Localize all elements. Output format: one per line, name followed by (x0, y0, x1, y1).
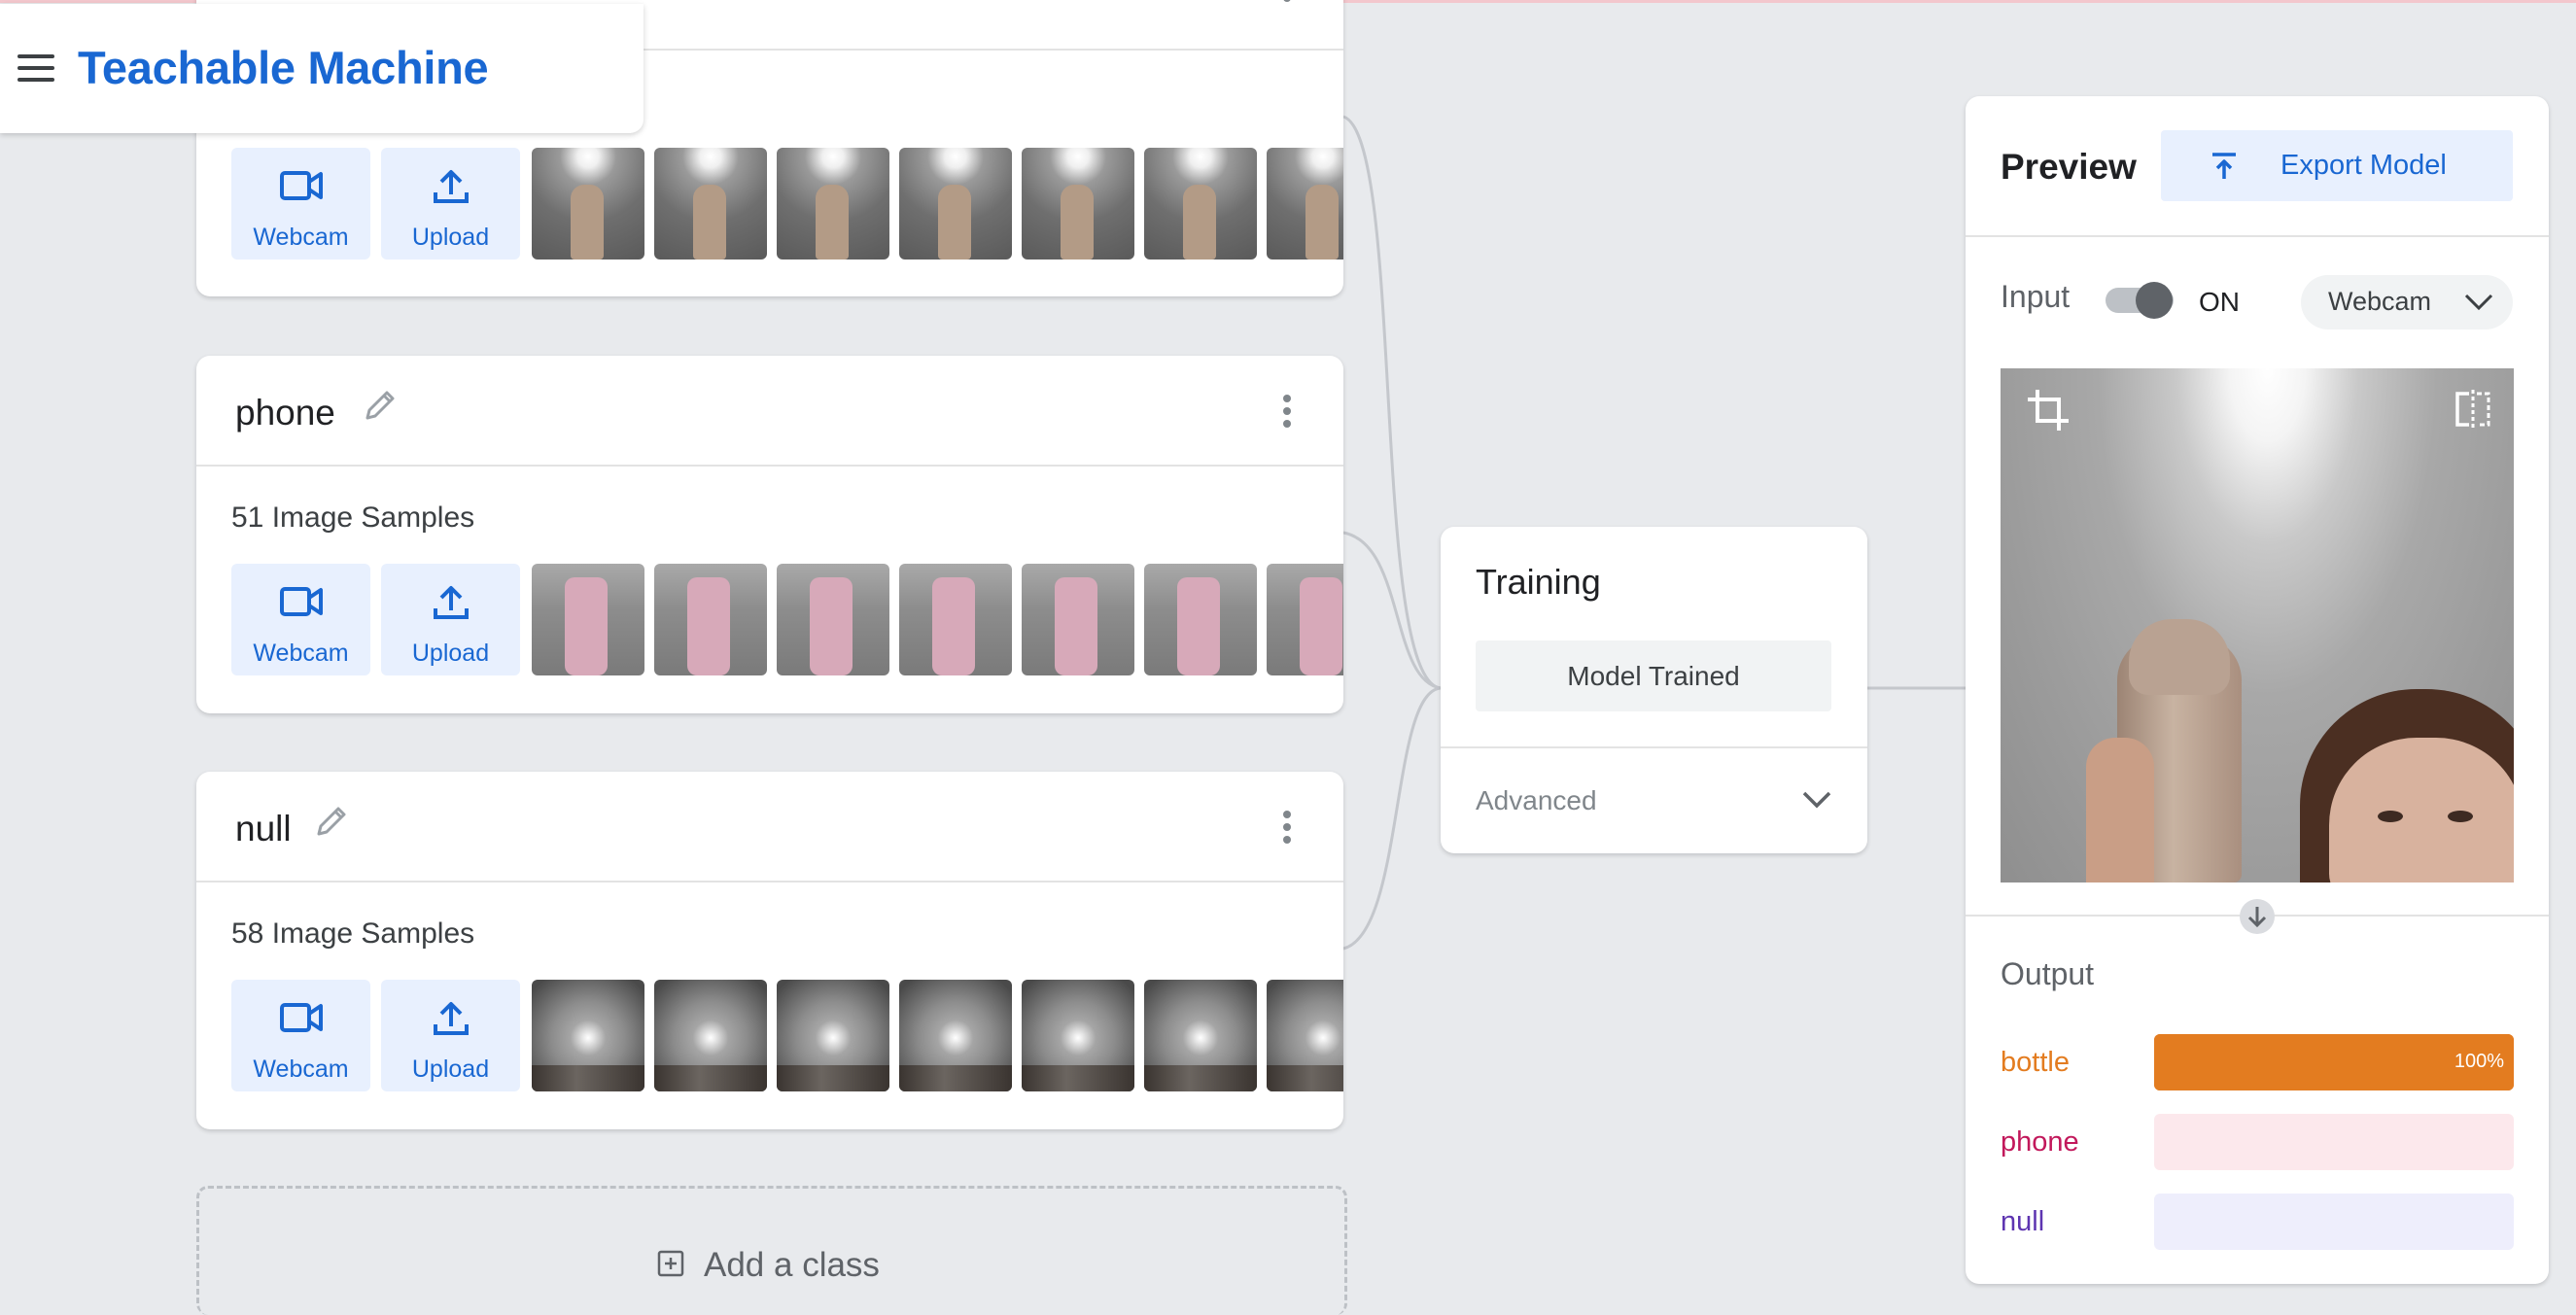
more-options-icon[interactable] (1283, 0, 1293, 29)
preview-title: Preview (2001, 147, 2137, 187)
sample-thumbnail[interactable] (1022, 148, 1134, 260)
sample-thumbnail[interactable] (1022, 980, 1134, 1091)
sample-thumbnail[interactable] (654, 564, 767, 675)
confidence-bar (2154, 1194, 2514, 1250)
sample-thumbnail[interactable] (777, 148, 889, 260)
output-label: Output (2001, 956, 2095, 991)
output-class-label: null (2001, 1206, 2045, 1237)
output-class-label: phone (2001, 1126, 2079, 1158)
sample-thumbnail[interactable] (899, 148, 1012, 260)
upload-button[interactable]: Upload (381, 148, 520, 260)
sample-thumbnail[interactable] (899, 980, 1012, 1091)
video-camera-icon (279, 1003, 323, 1032)
upload-icon (433, 1002, 469, 1035)
hamburger-menu-icon[interactable] (17, 54, 54, 82)
person-eye (2448, 811, 2473, 822)
hand (2086, 738, 2154, 882)
input-source-value: Webcam (2328, 287, 2432, 316)
video-camera-icon (279, 587, 323, 616)
webcam-feed (2001, 368, 2514, 882)
input-source-select[interactable]: Webcam (2301, 275, 2513, 329)
sample-thumbnail[interactable] (899, 564, 1012, 675)
training-card: Training Model Trained Advanced (1441, 527, 1867, 853)
export-upload-icon (2212, 153, 2236, 179)
sample-thumbnail[interactable] (1267, 980, 1343, 1091)
model-trained-button[interactable]: Model Trained (1476, 640, 1831, 711)
class-card-phone: phone 51 Image Samples Webcam Upload (196, 356, 1343, 713)
sample-thumbnails (532, 980, 1343, 1091)
sample-thumbnail[interactable] (777, 564, 889, 675)
webcam-button-label: Webcam (253, 640, 349, 667)
confidence-bar (2154, 1114, 2514, 1170)
app-bar: Teachable Machine (0, 4, 644, 133)
app-title[interactable]: Teachable Machine (78, 41, 489, 94)
input-toggle-knob[interactable] (2136, 282, 2173, 319)
class-card-null: null 58 Image Samples Webcam Upload (196, 772, 1343, 1129)
add-box-icon (657, 1250, 684, 1277)
export-model-button[interactable]: Export Model (2161, 130, 2513, 201)
class-name[interactable]: null (235, 809, 292, 849)
sample-thumbnail[interactable] (1144, 980, 1257, 1091)
sample-thumbnail[interactable] (1267, 564, 1343, 675)
flip-icon[interactable] (2454, 388, 2492, 431)
add-class-label[interactable]: Add a class (704, 1246, 880, 1285)
sample-thumbnail[interactable] (654, 148, 767, 260)
video-camera-icon (279, 171, 323, 200)
sample-thumbnail[interactable] (1144, 148, 1257, 260)
webcam-button[interactable]: Webcam (231, 148, 370, 260)
edit-pencil-icon[interactable] (360, 385, 400, 426)
upload-button-label: Upload (411, 640, 490, 667)
chevron-down-icon (2464, 294, 2493, 311)
toggle-state: ON (2199, 287, 2240, 317)
confidence-percent: 100% (2454, 1051, 2504, 1072)
input-label: Input (2001, 279, 2071, 314)
sample-thumbnail[interactable] (532, 148, 644, 260)
sample-thumbnail[interactable] (532, 980, 644, 1091)
webcam-button[interactable]: Webcam (231, 980, 370, 1091)
sample-thumbnail[interactable] (1144, 564, 1257, 675)
confidence-bar: 100% (2154, 1034, 2514, 1090)
training-title: Training (1476, 562, 1601, 602)
sample-thumbnail[interactable] (1022, 564, 1134, 675)
sample-count: 51 Image Samples (231, 502, 475, 534)
upload-button-label: Upload (411, 1055, 490, 1083)
upload-icon (433, 586, 469, 619)
more-options-icon[interactable] (1283, 811, 1293, 846)
webcam-button-label: Webcam (253, 1055, 349, 1083)
upload-icon (433, 170, 469, 203)
bottle-bear-head (2129, 619, 2230, 695)
output-class-label: bottle (2001, 1047, 2070, 1078)
divider (1966, 235, 2549, 237)
sample-count: 58 Image Samples (231, 917, 475, 950)
sample-thumbnails (532, 564, 1343, 675)
chevron-down-icon[interactable] (1801, 787, 1832, 811)
sample-thumbnail[interactable] (654, 980, 767, 1091)
more-options-icon[interactable] (1283, 395, 1293, 430)
class-card-header: phone (196, 356, 1343, 467)
upload-button-label: Upload (411, 224, 490, 251)
export-model-label: Export Model (2280, 150, 2447, 181)
webcam-button-label: Webcam (253, 224, 349, 251)
sample-thumbnail[interactable] (532, 564, 644, 675)
person-eye (2378, 811, 2403, 822)
upload-button[interactable]: Upload (381, 980, 520, 1091)
class-card-header: null (196, 772, 1343, 882)
webcam-button[interactable]: Webcam (231, 564, 370, 675)
crop-icon[interactable] (2026, 388, 2071, 433)
divider (1441, 746, 1867, 748)
sample-thumbnails (532, 148, 1343, 260)
class-name[interactable]: phone (235, 393, 335, 433)
sample-thumbnail[interactable] (1267, 148, 1343, 260)
edit-pencil-icon[interactable] (311, 801, 352, 842)
preview-panel: Preview Export Model Input ON Webcam Out… (1966, 96, 2549, 1284)
sample-thumbnail[interactable] (777, 980, 889, 1091)
upload-button[interactable]: Upload (381, 564, 520, 675)
arrow-down-icon[interactable] (2240, 899, 2275, 934)
advanced-toggle[interactable]: Advanced (1476, 785, 1597, 816)
